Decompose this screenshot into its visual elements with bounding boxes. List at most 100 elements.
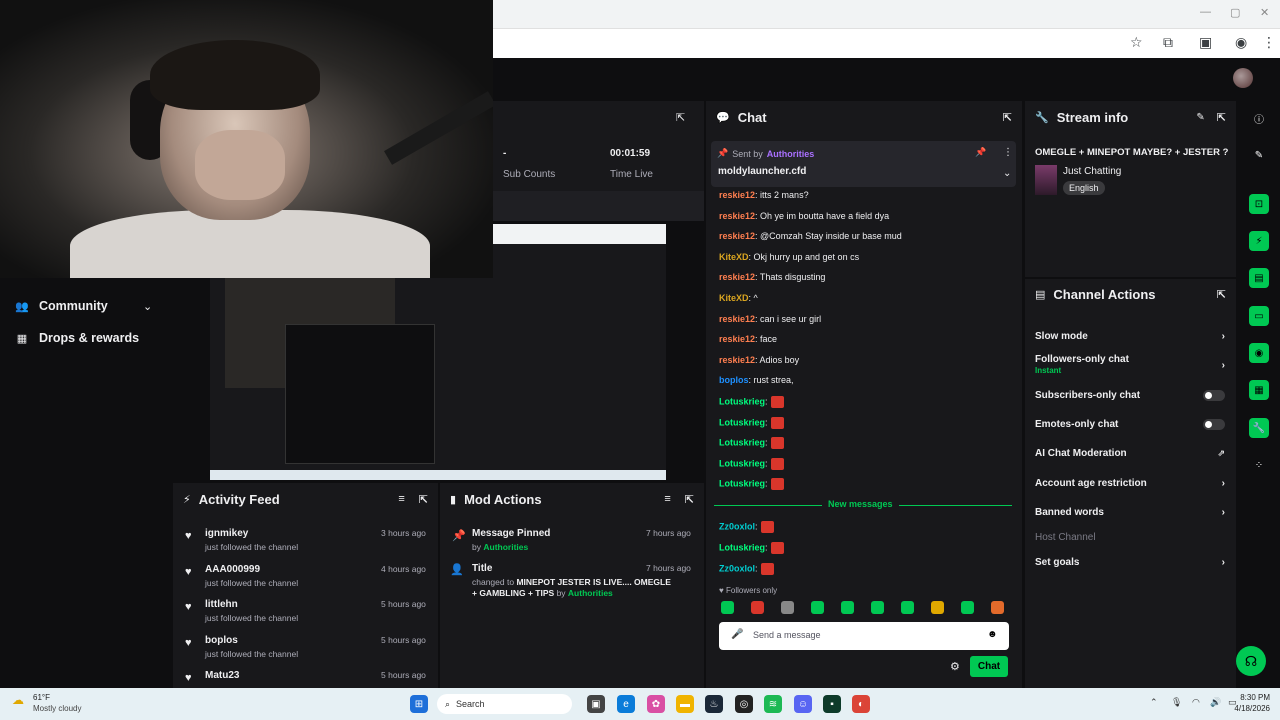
chat-username[interactable]: KiteXD: [719, 252, 749, 262]
subscribers-only-item[interactable]: Subscribers-only chat: [1035, 390, 1225, 401]
add-action-icon[interactable]: ⁘: [1249, 455, 1269, 475]
chevron-down-icon[interactable]: ⌄: [1003, 168, 1011, 179]
chat-username[interactable]: reskie12: [719, 190, 755, 200]
send-chat-button[interactable]: Chat: [970, 656, 1008, 677]
activity-user[interactable]: Matu23: [205, 670, 239, 681]
minimize-icon[interactable]: —: [1200, 6, 1211, 18]
category-name[interactable]: Just Chatting: [1063, 166, 1121, 177]
chat-username[interactable]: Lotuskrieg: [719, 438, 765, 448]
emote-icon[interactable]: [770, 478, 784, 491]
edit-icon[interactable]: ✎: [1249, 145, 1269, 165]
popout-icon[interactable]: ⇱: [685, 493, 694, 506]
popout-icon[interactable]: ⇱: [419, 493, 428, 506]
volume-icon[interactable]: 🔊: [1210, 697, 1221, 708]
popout-icon[interactable]: ⇱: [1003, 111, 1012, 124]
close-window-icon[interactable]: ✕: [1260, 6, 1269, 19]
broadcast-icon[interactable]: ◉: [1249, 343, 1269, 363]
emote-icon[interactable]: [770, 396, 784, 408]
chat-username[interactable]: Lotuskrieg: [719, 417, 765, 427]
chat-username[interactable]: Lotuskrieg: [719, 479, 765, 489]
pinned-more-icon[interactable]: ⋮: [1003, 147, 1013, 158]
emote-icon[interactable]: [781, 601, 794, 614]
filter-icon[interactable]: ≡: [664, 493, 670, 505]
chrome-icon[interactable]: ◐: [852, 695, 870, 713]
chat-username[interactable]: reskie12: [719, 231, 755, 241]
chat-username[interactable]: KiteXD: [719, 293, 749, 303]
pinned-sender[interactable]: Authorities: [767, 149, 815, 159]
obs-icon[interactable]: ◎: [735, 695, 753, 713]
chat-settings-icon[interactable]: ⚙: [950, 660, 960, 673]
chat-username[interactable]: reskie12: [719, 355, 755, 365]
copilot-icon[interactable]: ✿: [647, 695, 665, 713]
microphone-icon[interactable]: 🎙: [1171, 697, 1182, 708]
chat-username[interactable]: Lotuskrieg: [719, 458, 765, 468]
emote-icon[interactable]: [721, 601, 734, 614]
chat-username[interactable]: boplos: [719, 375, 749, 385]
wifi-icon[interactable]: ◠: [1192, 697, 1200, 708]
weather-temp[interactable]: 61°F: [33, 693, 50, 702]
spotify-icon[interactable]: ≋: [764, 695, 782, 713]
maximize-icon[interactable]: ▢: [1230, 6, 1240, 19]
edge-icon[interactable]: e: [617, 695, 635, 713]
weather-desc[interactable]: Mostly cloudy: [33, 704, 81, 713]
banned-words-item[interactable]: Banned words ›: [1035, 507, 1225, 518]
category-boxart[interactable]: [1035, 165, 1057, 195]
emote-icon[interactable]: [760, 521, 774, 533]
app-icon[interactable]: ▪: [823, 695, 841, 713]
slow-mode-item[interactable]: Slow mode ›: [1035, 331, 1225, 342]
emote-icon[interactable]: [961, 601, 974, 614]
layout-icon[interactable]: ▦: [1249, 380, 1269, 400]
address-bar[interactable]: [493, 28, 1280, 58]
chat-username[interactable]: reskie12: [719, 334, 755, 344]
clock-date[interactable]: 4/18/2026: [1224, 704, 1270, 713]
popout-icon[interactable]: ⇱: [1217, 111, 1226, 124]
chevron-down-icon[interactable]: ⌄: [143, 300, 152, 313]
emote-icon[interactable]: [751, 601, 764, 614]
chat-username[interactable]: Zz0oxlol: [719, 521, 755, 531]
clip-icon[interactable]: ⊡: [1249, 194, 1269, 214]
subscribers-only-toggle[interactable]: [1203, 390, 1225, 401]
chat-username[interactable]: reskie12: [719, 211, 755, 221]
wrench-icon[interactable]: 🔧: [1249, 418, 1269, 438]
chat-username[interactable]: Zz0oxlol: [719, 563, 755, 573]
clipboard-icon[interactable]: ▤: [1249, 268, 1269, 288]
emote-icon[interactable]: [931, 601, 944, 614]
emote-icon[interactable]: [770, 457, 784, 470]
clock-time[interactable]: 8:30 PM: [1238, 693, 1270, 702]
task-view-icon[interactable]: ▣: [587, 695, 605, 713]
set-goals-item[interactable]: Set goals ›: [1035, 557, 1225, 568]
pinned-message[interactable]: 📌 Sent by Authorities moldylauncher.cfd …: [711, 141, 1016, 187]
chat-username[interactable]: Lotuskrieg: [719, 542, 765, 552]
popout-icon[interactable]: ⇱: [676, 111, 685, 124]
taskbar-search[interactable]: ⌕ Search: [437, 694, 572, 714]
emoji-picker-icon[interactable]: ☻: [987, 629, 998, 640]
emote-icon[interactable]: [901, 601, 914, 614]
chat-username[interactable]: reskie12: [719, 314, 755, 324]
filter-icon[interactable]: ≡: [398, 493, 404, 505]
file-explorer-icon[interactable]: ▬: [676, 695, 694, 713]
activity-user[interactable]: ignmikey: [205, 528, 248, 539]
chevron-up-icon[interactable]: ⌃: [1150, 697, 1158, 708]
emotes-only-item[interactable]: Emotes-only chat: [1035, 419, 1225, 430]
edit-pencil-icon[interactable]: ✎: [1196, 112, 1204, 123]
chat-input[interactable]: 🎤 Send a message ☻: [719, 622, 1009, 650]
discord-icon[interactable]: ☺: [794, 695, 812, 713]
steam-icon[interactable]: ♨: [705, 695, 723, 713]
activity-user[interactable]: boplos: [205, 635, 238, 646]
emotes-only-toggle[interactable]: [1203, 419, 1225, 430]
popout-icon[interactable]: ⇱: [1217, 288, 1226, 301]
activity-user[interactable]: AAA000999: [205, 564, 260, 575]
chat-username[interactable]: Lotuskrieg: [719, 396, 765, 406]
followers-only-item[interactable]: Followers-only chat Instant ›: [1035, 354, 1225, 376]
support-chat-icon[interactable]: ☊: [1236, 646, 1266, 676]
nav-item-community[interactable]: 👥 Community: [15, 296, 108, 316]
unpin-icon[interactable]: 📌: [975, 147, 986, 158]
chat-username[interactable]: reskie12: [719, 272, 755, 282]
extensions-icon[interactable]: ⧉: [1163, 34, 1173, 51]
chat-icon[interactable]: ▭: [1249, 306, 1269, 326]
profile-icon[interactable]: ◉: [1235, 34, 1247, 51]
emote-icon[interactable]: [760, 563, 774, 575]
emote-icon[interactable]: [770, 542, 784, 554]
info-icon[interactable]: ⓘ: [1249, 108, 1269, 128]
bookmark-star-icon[interactable]: ☆: [1130, 34, 1143, 51]
